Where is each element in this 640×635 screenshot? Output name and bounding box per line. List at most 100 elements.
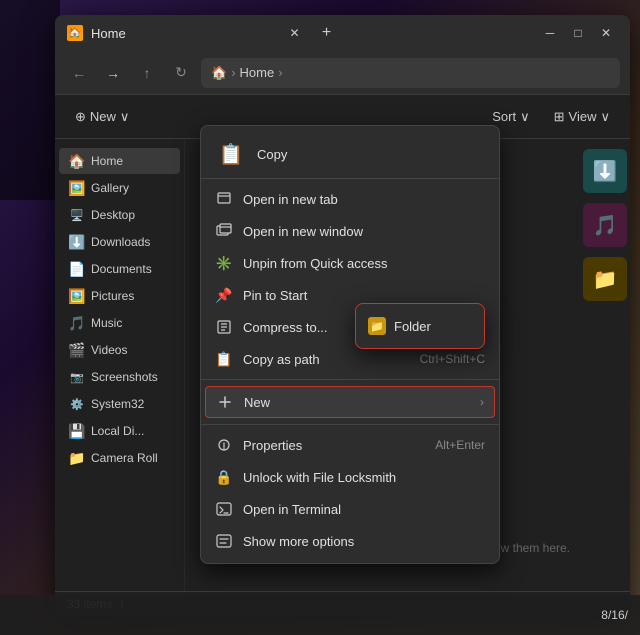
- view-button[interactable]: ⊞ View ∨: [544, 104, 620, 130]
- new-tab-button[interactable]: +: [315, 21, 339, 45]
- sidebar-pictures-label: Pictures: [91, 289, 134, 303]
- sidebar-item-pictures[interactable]: 🖼️ Pictures: [59, 283, 180, 309]
- documents-icon: 📄: [69, 261, 85, 277]
- sidebar-home-label: Home: [91, 154, 123, 168]
- unpin-icon: ✳️: [215, 254, 233, 272]
- folder-gold[interactable]: 📁: [583, 257, 627, 301]
- folder-label: Folder: [394, 319, 431, 334]
- forward-button[interactable]: →: [99, 59, 127, 87]
- open-window-icon: [215, 222, 233, 240]
- taskbar: 8/16/: [0, 595, 640, 635]
- close-button-x[interactable]: ✕: [283, 21, 307, 45]
- sidebar-item-local-disk[interactable]: 💾 Local Di...: [59, 418, 180, 444]
- refresh-button[interactable]: ↻: [167, 59, 195, 87]
- sidebar-local-disk-label: Local Di...: [91, 424, 144, 438]
- sidebar-gallery-label: Gallery: [91, 181, 129, 195]
- folder-sm-icon: 📁: [368, 317, 386, 335]
- folder-pink[interactable]: 🎵: [583, 203, 627, 247]
- sidebar-item-music[interactable]: 🎵 Music: [59, 310, 180, 336]
- properties-icon: [215, 436, 233, 454]
- sidebar-item-system32[interactable]: ⚙️ System32: [59, 391, 180, 417]
- more-options-label: Show more options: [243, 534, 485, 549]
- breadcrumb-sep2: ›: [278, 65, 282, 80]
- videos-icon: 🎬: [69, 342, 85, 358]
- unlock-label: Unlock with File Locksmith: [243, 470, 485, 485]
- cm-unlock[interactable]: 🔒 Unlock with File Locksmith: [201, 461, 499, 493]
- close-button[interactable]: ✕: [594, 21, 618, 45]
- new-button[interactable]: ⊕ New ∨: [65, 104, 139, 130]
- cm-new[interactable]: New ›: [205, 386, 495, 418]
- back-button[interactable]: ←: [65, 59, 93, 87]
- sidebar-item-home[interactable]: 🏠 Home: [59, 148, 180, 174]
- breadcrumb-sep1: ›: [231, 65, 235, 80]
- address-bar: ← → ↑ ↻ 🏠 › Home ›: [55, 51, 630, 95]
- cm-open-new-window[interactable]: Open in new window: [201, 215, 499, 247]
- teal-folder-icon: ⬇️: [593, 159, 618, 184]
- sidebar-item-screenshots[interactable]: 📷 Screenshots: [59, 364, 180, 390]
- open-new-tab-label: Open in new tab: [243, 192, 485, 207]
- explorer-window: 🏠 Home ✕ + ─ □ ✕ ← → ↑ ↻ 🏠 › Home › ⊕ Ne…: [55, 15, 630, 615]
- open-new-window-label: Open in new window: [243, 224, 485, 239]
- camera-roll-icon: 📁: [69, 450, 85, 466]
- sidebar-system32-label: System32: [91, 397, 144, 411]
- view-icon: ⊞: [554, 109, 565, 125]
- gold-folder-icon: 📁: [593, 267, 618, 292]
- cm-unpin-quick[interactable]: ✳️ Unpin from Quick access: [201, 247, 499, 279]
- copy-path-label: Copy as path: [243, 352, 410, 367]
- menu-separator: [201, 379, 499, 380]
- address-pill[interactable]: 🏠 › Home ›: [201, 58, 620, 88]
- cm-copy-section: 📋 Copy: [201, 132, 499, 179]
- copy-path-shortcut: Ctrl+Shift+C: [420, 352, 485, 366]
- compress-icon: [215, 318, 233, 336]
- pictures-icon: 🖼️: [69, 288, 85, 304]
- lamp-decoration: [0, 0, 60, 200]
- desktop-icon: 🖥️: [69, 207, 85, 223]
- window-icon: 🏠: [67, 25, 83, 41]
- copy-path-icon: 📋: [215, 350, 233, 368]
- sidebar-item-documents[interactable]: 📄 Documents: [59, 256, 180, 282]
- sub-menu-new: 📁 Folder: [355, 303, 485, 349]
- right-panel: ⬇️ 🎵 📁: [580, 139, 630, 615]
- view-arrow: ∨: [600, 109, 610, 125]
- sort-label: Sort: [492, 109, 516, 124]
- open-tab-icon: [215, 190, 233, 208]
- menu-separator-2: [201, 424, 499, 425]
- sidebar-music-label: Music: [91, 316, 122, 330]
- sidebar-item-camera-roll[interactable]: 📁 Camera Roll: [59, 445, 180, 471]
- cm-open-new-tab[interactable]: Open in new tab: [201, 183, 499, 215]
- sidebar-item-gallery[interactable]: 🖼️ Gallery: [59, 175, 180, 201]
- new-cm-icon: [216, 393, 234, 411]
- cm-more-options[interactable]: Show more options: [201, 525, 499, 557]
- home-sidebar-icon: 🏠: [69, 153, 85, 169]
- copy-icon-large: 📋: [215, 138, 247, 170]
- gallery-icon: 🖼️: [69, 180, 85, 196]
- minimize-button[interactable]: ─: [538, 21, 562, 45]
- folder-teal[interactable]: ⬇️: [583, 149, 627, 193]
- pin-start-label: Pin to Start: [243, 288, 485, 303]
- sidebar-desktop-label: Desktop: [91, 208, 135, 222]
- pink-folder-icon: 🎵: [593, 213, 618, 238]
- properties-shortcut: Alt+Enter: [435, 438, 485, 452]
- sidebar-item-desktop[interactable]: 🖥️ Desktop: [59, 202, 180, 228]
- more-options-icon: [215, 532, 233, 550]
- sort-arrow: ∨: [520, 109, 530, 125]
- sidebar-videos-label: Videos: [91, 343, 127, 357]
- up-button[interactable]: ↑: [133, 59, 161, 87]
- cm-terminal[interactable]: Open in Terminal: [201, 493, 499, 525]
- terminal-icon: [215, 500, 233, 518]
- sidebar-item-videos[interactable]: 🎬 Videos: [59, 337, 180, 363]
- new-label: New: [90, 109, 116, 124]
- copy-label: Copy: [257, 147, 287, 162]
- cm-properties[interactable]: Properties Alt+Enter: [201, 429, 499, 461]
- toolbar-right: Sort ∨ ⊞ View ∨: [482, 104, 620, 130]
- new-icon: ⊕: [75, 109, 86, 125]
- window-controls: ─ □ ✕: [538, 21, 618, 45]
- maximize-button[interactable]: □: [566, 21, 590, 45]
- sidebar-item-downloads[interactable]: ⬇️ Downloads: [59, 229, 180, 255]
- new-arrow: ∨: [120, 109, 130, 125]
- sub-menu-folder[interactable]: 📁 Folder: [356, 310, 484, 342]
- sidebar-screenshots-label: Screenshots: [91, 370, 158, 384]
- window-title: Home: [91, 26, 275, 41]
- home-icon: 🏠: [211, 65, 227, 81]
- sidebar: 🏠 Home 🖼️ Gallery 🖥️ Desktop ⬇️ Download…: [55, 139, 185, 615]
